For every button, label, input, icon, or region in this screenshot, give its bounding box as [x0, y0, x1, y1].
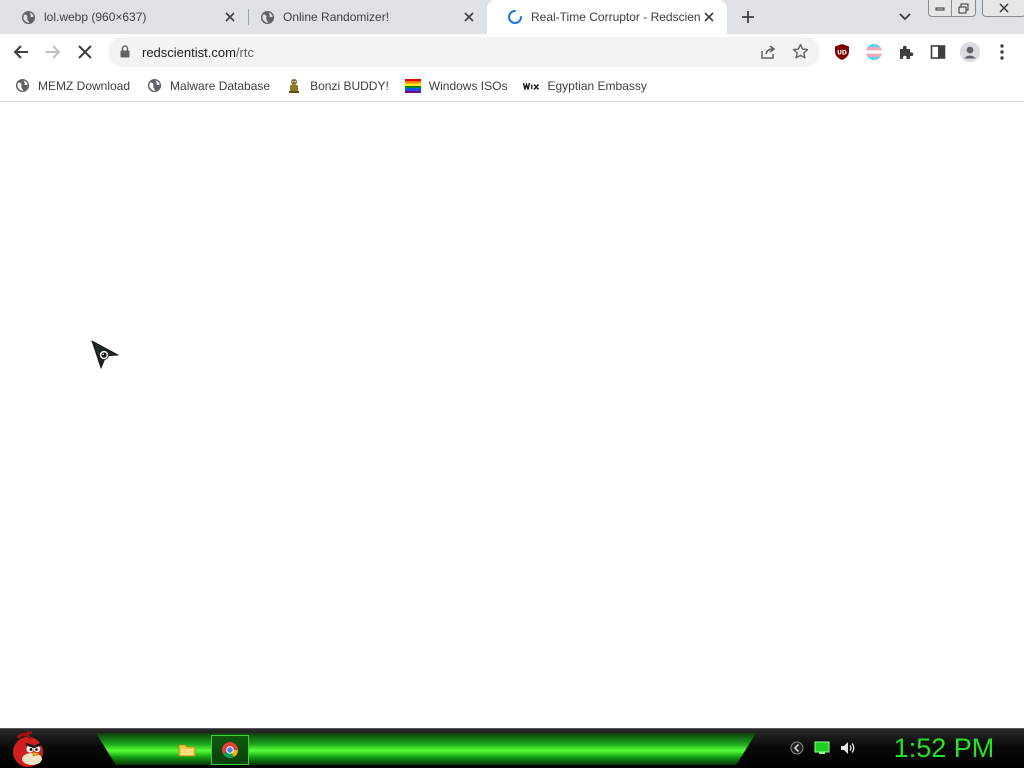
bookmarks-bar: MEMZ Download Malware Database Bonzi BUD… [0, 70, 1024, 102]
network-icon[interactable] [814, 741, 830, 758]
tab-search-button[interactable] [893, 5, 917, 29]
chrome-icon [222, 742, 238, 758]
folder-icon [178, 744, 196, 757]
bookmark-memz-download[interactable]: MEMZ Download [14, 73, 138, 99]
busy-cursor-icon [90, 339, 120, 372]
trans-flag-extension-button[interactable] [860, 38, 888, 66]
bookmark-label: Egyptian Embassy [547, 78, 647, 93]
bookmark-bonzi-buddy[interactable]: Bonzi BUDDY! [286, 73, 397, 99]
minimize-button[interactable] [928, 0, 952, 17]
chrome-taskbar-button[interactable] [211, 735, 249, 765]
globe-icon [14, 78, 30, 94]
tab-lol-webp[interactable]: lol.webp (960×637) [0, 0, 248, 34]
ublock-extension-button[interactable]: UD [828, 38, 856, 66]
stop-icon [78, 45, 92, 59]
lock-icon[interactable] [120, 45, 130, 61]
globe-icon [146, 78, 162, 94]
close-icon[interactable] [701, 9, 717, 25]
rainbow-flag-icon [404, 78, 421, 94]
globe-icon [259, 9, 275, 25]
bookmark-star-icon[interactable] [792, 43, 809, 63]
back-button[interactable] [7, 38, 35, 66]
show-hidden-icons-icon[interactable] [790, 741, 804, 758]
puzzle-piece-icon [900, 45, 914, 59]
tab-title: lol.webp (960×637) [44, 10, 147, 24]
kebab-menu-icon [1000, 44, 1004, 60]
forward-arrow-icon [46, 45, 61, 59]
taskbar: 1:52 PM [0, 728, 1024, 768]
page-content-area [0, 103, 1024, 728]
angry-bird-icon [13, 730, 43, 767]
profile-button[interactable] [956, 38, 984, 66]
close-icon[interactable] [222, 9, 238, 25]
bookmark-malware-database[interactable]: Malware Database [146, 73, 278, 99]
tab-online-randomizer[interactable]: Online Randomizer! [239, 0, 487, 34]
system-tray [790, 741, 856, 758]
menu-button[interactable] [988, 38, 1016, 66]
tab-title: Real-Time Corruptor - Redscientist [531, 10, 701, 24]
url-domain: redscientist.com [142, 45, 236, 60]
window-controls [928, 0, 1024, 17]
forward-button[interactable] [39, 38, 67, 66]
start-button[interactable] [6, 729, 50, 769]
bonzi-icon [286, 78, 302, 94]
close-icon[interactable] [461, 9, 477, 25]
bookmark-windows-isos[interactable]: Windows ISOs [404, 73, 516, 99]
volume-icon[interactable] [840, 741, 856, 758]
address-bar[interactable]: redscientist.com/rtc [108, 37, 820, 67]
tab-real-time-corruptor[interactable]: Real-Time Corruptor - Redscientist [487, 0, 727, 34]
svg-text:UD: UD [837, 50, 847, 57]
loading-spinner-icon [507, 9, 523, 25]
new-tab-button[interactable] [736, 5, 760, 29]
file-explorer-taskbar-button[interactable] [168, 735, 206, 765]
restore-button[interactable] [952, 0, 976, 17]
trans-flag-icon [866, 44, 882, 60]
tab-strip: lol.webp (960×637) Online Randomizer! Re… [0, 0, 1024, 34]
side-panel-button[interactable] [924, 38, 952, 66]
ublock-shield-icon: UD [835, 44, 849, 60]
bookmark-label: Windows ISOs [428, 78, 508, 93]
wix-icon [523, 78, 540, 94]
tab-title: Online Randomizer! [283, 10, 390, 24]
bookmark-label: MEMZ Download [38, 78, 131, 93]
extensions-button[interactable] [892, 38, 920, 66]
bookmark-egyptian-embassy[interactable]: Egyptian Embassy [523, 73, 654, 99]
browser-toolbar: redscientist.com/rtc UD [0, 34, 1024, 70]
url-text[interactable]: redscientist.com/rtc [142, 45, 254, 60]
side-panel-icon [930, 45, 946, 59]
share-icon[interactable] [760, 44, 776, 63]
avatar-icon [960, 42, 980, 62]
taskbar-clock[interactable]: 1:52 PM [872, 733, 1016, 764]
bookmark-label: Bonzi BUDDY! [310, 78, 389, 93]
bookmark-label: Malware Database [170, 78, 271, 93]
stop-loading-button[interactable] [71, 38, 99, 66]
globe-icon [20, 9, 36, 25]
url-path: /rtc [235, 45, 254, 60]
close-window-button[interactable] [982, 0, 1024, 17]
back-arrow-icon [13, 45, 28, 59]
